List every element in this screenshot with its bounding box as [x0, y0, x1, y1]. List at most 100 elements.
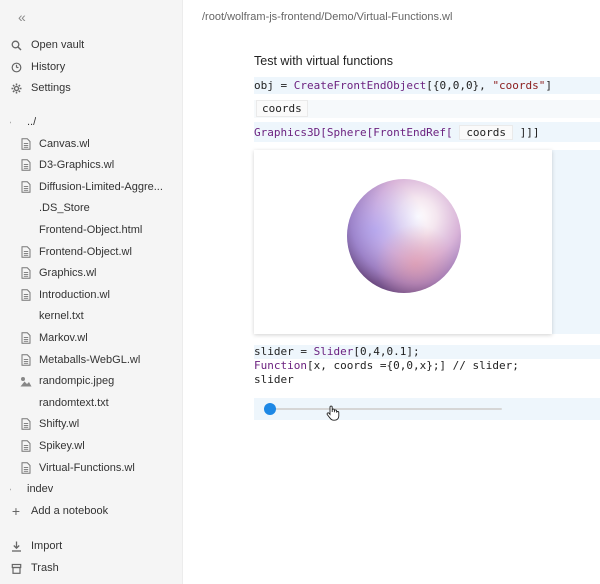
search-icon: [10, 39, 22, 51]
file-item[interactable]: Spikey.wl: [10, 436, 180, 456]
slider-track[interactable]: [270, 408, 502, 410]
code-token: [0,4,0.1];: [353, 345, 420, 358]
code-token: CreateFrontEndObject: [293, 79, 427, 92]
collapse-sidebar-icon[interactable]: «: [18, 9, 34, 25]
file-item[interactable]: randomtext.txt: [10, 393, 180, 413]
file-item[interactable]: › ../: [10, 112, 180, 132]
download-icon: [10, 540, 22, 552]
file-item-label: Metaballs-WebGL.wl: [39, 353, 141, 366]
file-icon: [20, 353, 32, 366]
file-item[interactable]: Shifty.wl: [10, 414, 180, 434]
file-item-label: Diffusion-Limited-Aggre...: [39, 180, 163, 193]
nav-history-label: History: [31, 61, 66, 73]
file-item-label: Markov.wl: [39, 332, 88, 344]
code-token: slider: [254, 373, 294, 386]
code-line: slider: [254, 373, 600, 387]
file-item-label: randompic.jpeg: [39, 375, 115, 388]
graphics3d-canvas[interactable]: [254, 150, 552, 334]
file-item[interactable]: Virtual-Functions.wl: [10, 458, 180, 478]
file-icon: [20, 461, 32, 474]
code-token: ]: [545, 79, 553, 92]
file-item[interactable]: Canvas.wl: [10, 134, 180, 154]
notebook-title: Test with virtual functions: [254, 54, 393, 68]
import-label: Import: [31, 540, 63, 552]
code-token: Function: [254, 359, 307, 372]
code-token: Graphics3D[Sphere[FrontEndRef[: [254, 126, 453, 139]
code-token: obj: [254, 79, 274, 92]
file-item-label: Frontend-Object.wl: [39, 245, 132, 258]
file-item-label: Graphics.wl: [39, 267, 97, 280]
file-item-label: Shifty.wl: [39, 418, 80, 431]
file-item-label: Introduction.wl: [39, 288, 110, 301]
sphere-shade: [347, 179, 461, 293]
sidebar: « Open vault History Settings › ../Canvas…: [0, 0, 183, 584]
file-item[interactable]: Graphics.wl: [10, 263, 180, 283]
gear-icon: [10, 82, 22, 94]
add-notebook-button[interactable]: + Add a notebook: [10, 501, 108, 521]
nav-open-vault-label: Open vault: [31, 39, 85, 51]
file-icon: [20, 440, 32, 453]
trash-icon: [10, 562, 22, 574]
file-icon: [20, 245, 32, 258]
code-cell-create-object[interactable]: obj = CreateFrontEndObject[{0,0,0}, "coo…: [254, 77, 600, 94]
file-item-label: randomtext.txt: [39, 396, 109, 409]
trash-button[interactable]: Trash: [10, 558, 59, 578]
slider-thumb[interactable]: [264, 403, 276, 415]
chevron-right-icon: ›: [10, 484, 20, 495]
code-token: ]]]: [519, 126, 540, 139]
output-box: coords: [256, 100, 308, 117]
file-icon: [20, 180, 32, 193]
import-button[interactable]: Import: [10, 536, 62, 556]
plus-icon: +: [11, 503, 21, 519]
file-icon: [20, 332, 32, 345]
nav-history[interactable]: History: [10, 57, 65, 77]
code-cell-slider[interactable]: slider = Slider[0,4,0.1]; Function[x, co…: [254, 344, 600, 386]
image-icon: [20, 375, 32, 388]
file-item[interactable]: kernel.txt: [10, 306, 180, 326]
code-cell-graphics3d[interactable]: Graphics3D[Sphere[FrontEndRef[ coords ]]…: [254, 122, 600, 142]
output-cell-coords: coords: [254, 100, 600, 118]
file-item-label: indev: [27, 483, 54, 496]
add-notebook-label: Add a notebook: [31, 505, 109, 517]
output-cell-background: [552, 150, 600, 334]
file-item[interactable]: Frontend-Object.html: [10, 220, 180, 240]
file-item[interactable]: .DS_Store: [10, 198, 180, 218]
file-item-label: Spikey.wl: [39, 440, 85, 452]
file-icon: [20, 288, 32, 301]
file-item-label: Virtual-Functions.wl: [39, 461, 135, 474]
file-item[interactable]: randompic.jpeg: [10, 371, 180, 391]
code-line: Function[x, coords ={0,0,x};] // slider;: [254, 359, 600, 373]
file-icon: [20, 267, 32, 280]
code-token: "coords": [492, 79, 546, 92]
file-item[interactable]: Frontend-Object.wl: [10, 242, 180, 262]
file-item[interactable]: Diffusion-Limited-Aggre...: [10, 177, 180, 197]
code-token: [{0,0,0},: [426, 79, 493, 92]
file-item[interactable]: Metaballs-WebGL.wl: [10, 350, 180, 370]
chevron-right-icon: ›: [10, 117, 20, 128]
code-token: slider =: [254, 345, 314, 358]
file-item-label: ../: [27, 116, 37, 128]
file-item[interactable]: D3-Graphics.wl: [10, 155, 180, 175]
file-item-label: kernel.txt: [39, 310, 84, 323]
file-item[interactable]: Introduction.wl: [10, 285, 180, 305]
nav-settings-label: Settings: [31, 82, 71, 94]
file-icon: [20, 159, 32, 172]
file-icon: [20, 137, 32, 150]
clock-icon: [10, 61, 22, 73]
file-item[interactable]: › indev: [10, 479, 180, 499]
code-line: slider = Slider[0,4,0.1];: [254, 345, 600, 359]
nav-open-vault[interactable]: Open vault: [10, 35, 84, 55]
nav-settings[interactable]: Settings: [10, 78, 71, 98]
file-item-label: Canvas.wl: [39, 137, 90, 150]
file-item-label: .DS_Store: [39, 202, 90, 215]
file-item-label: D3-Graphics.wl: [39, 159, 115, 172]
file-item[interactable]: Markov.wl: [10, 328, 180, 348]
trash-label: Trash: [31, 562, 59, 574]
code-token: Slider: [313, 345, 354, 358]
file-item-label: Frontend-Object.html: [39, 224, 143, 236]
code-token: [x, coords ={0,0,x};] // slider;: [306, 359, 519, 372]
file-icon: [20, 418, 32, 431]
cursor-hand-icon: [326, 405, 340, 426]
frontend-ref-box: coords: [459, 125, 514, 140]
code-token: =: [273, 79, 294, 92]
